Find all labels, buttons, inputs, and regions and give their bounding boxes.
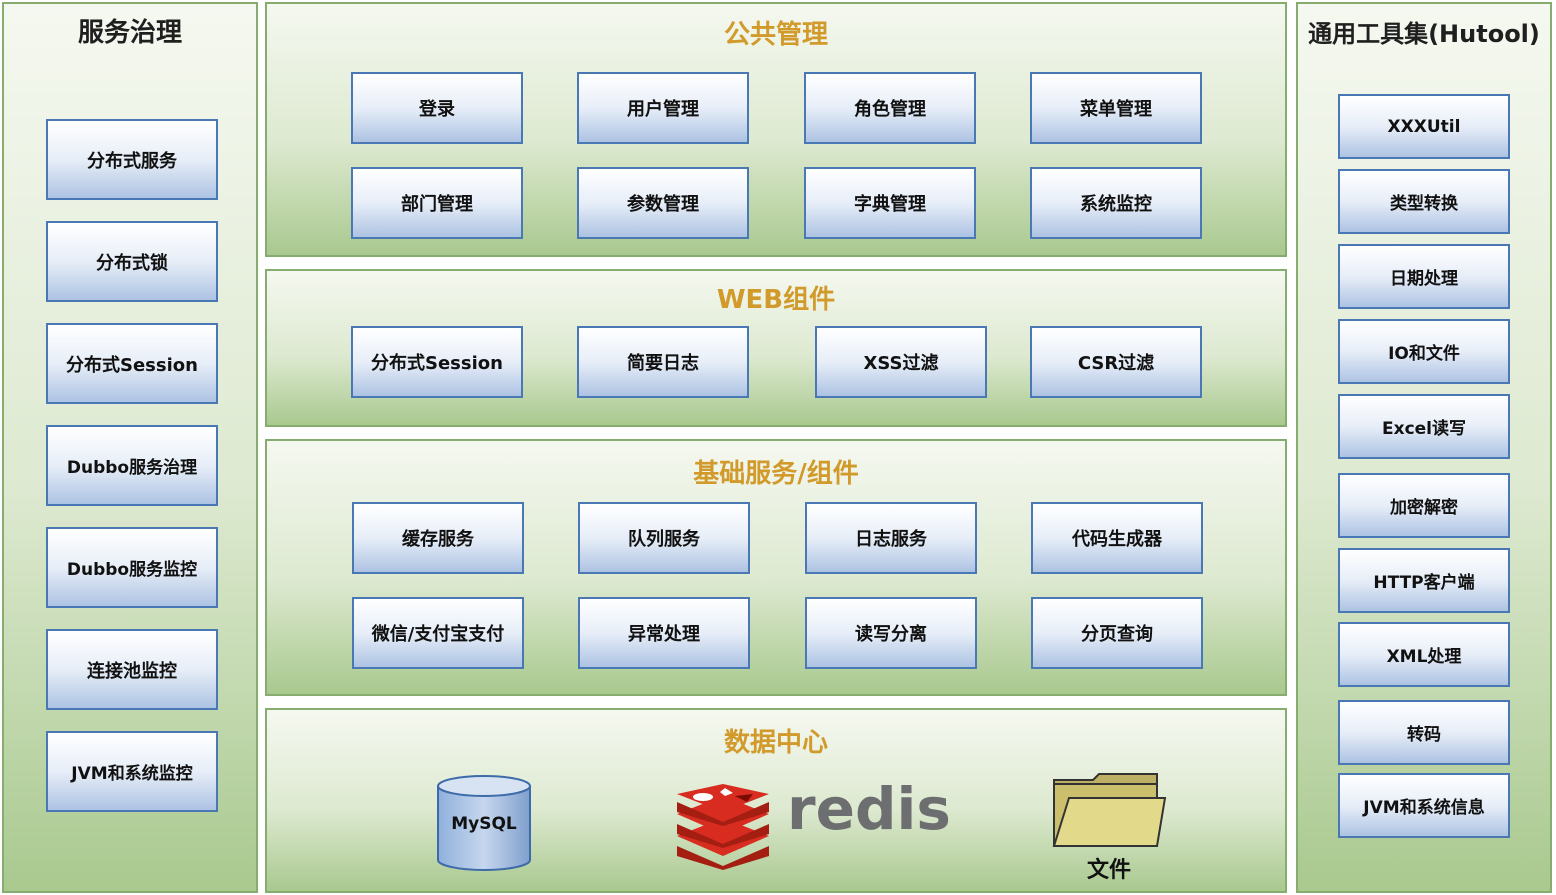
read-write-split-box: 读写分离 (805, 597, 977, 669)
login-box: 登录 (351, 72, 523, 144)
dubbo-governance-box: Dubbo服务治理 (46, 425, 218, 506)
dept-mgmt-box: 部门管理 (351, 167, 523, 239)
user-mgmt-box: 用户管理 (577, 72, 749, 144)
distributed-session-box: 分布式Session (46, 323, 218, 404)
web-session-box: 分布式Session (351, 326, 523, 398)
web-components-panel: WEB组件 分布式Session 简要日志 XSS过滤 CSR过滤 (265, 269, 1287, 427)
base-services-title: 基础服务/组件 (693, 459, 859, 489)
log-service-box: 日志服务 (805, 502, 977, 574)
param-mgmt-box: 参数管理 (577, 167, 749, 239)
public-management-panel: 公共管理 登录 用户管理 角色管理 菜单管理 部门管理 参数管理 字典管理 系统… (265, 2, 1287, 257)
redis-label: redis (787, 775, 951, 843)
xxxutil-box: XXXUtil (1338, 94, 1510, 159)
hutool-title: 通用工具集(Hutool) (1308, 20, 1540, 48)
transcode-box: 转码 (1338, 700, 1510, 765)
menu-mgmt-box: 菜单管理 (1030, 72, 1202, 144)
service-governance-title: 服务治理 (77, 18, 182, 48)
code-generator-box: 代码生成器 (1031, 502, 1203, 574)
pool-monitor-box: 连接池监控 (46, 629, 218, 710)
pagination-box: 分页查询 (1031, 597, 1203, 669)
file-label: 文件 (1086, 858, 1131, 883)
distributed-service-box: 分布式服务 (46, 119, 218, 200)
encrypt-decrypt-box: 加密解密 (1338, 473, 1510, 538)
excel-rw-box: Excel读写 (1338, 394, 1510, 459)
cache-service-box: 缓存服务 (352, 502, 524, 574)
exception-handling-box: 异常处理 (578, 597, 750, 669)
http-client-box: HTTP客户端 (1338, 548, 1510, 613)
service-governance-panel: 服务治理 分布式服务 分布式锁 分布式Session Dubbo服务治理 Dub… (2, 2, 258, 893)
io-file-box: IO和文件 (1338, 319, 1510, 384)
type-conversion-box: 类型转换 (1338, 169, 1510, 234)
queue-service-box: 队列服务 (578, 502, 750, 574)
xss-filter-box: XSS过滤 (815, 326, 987, 398)
jvm-monitor-box: JVM和系统监控 (46, 731, 218, 812)
brief-log-box: 简要日志 (577, 326, 749, 398)
data-center-title: 数据中心 (723, 728, 828, 758)
role-mgmt-box: 角色管理 (804, 72, 976, 144)
csr-filter-box: CSR过滤 (1030, 326, 1202, 398)
distributed-lock-box: 分布式锁 (46, 221, 218, 302)
payment-box: 微信/支付宝支付 (352, 597, 524, 669)
folder-icon (1051, 772, 1167, 848)
hutool-panel: 通用工具集(Hutool) XXXUtil 类型转换 日期处理 IO和文件 Ex… (1296, 2, 1552, 893)
date-handling-box: 日期处理 (1338, 244, 1510, 309)
system-monitor-box: 系统监控 (1030, 167, 1202, 239)
xml-handling-box: XML处理 (1338, 622, 1510, 687)
mysql-label: MySQL (451, 814, 517, 834)
redis-logo-icon (673, 784, 773, 870)
public-management-title: 公共管理 (723, 20, 828, 50)
dict-mgmt-box: 字典管理 (804, 167, 976, 239)
base-services-panel: 基础服务/组件 缓存服务 队列服务 日志服务 代码生成器 微信/支付宝支付 异常… (265, 439, 1287, 696)
dubbo-monitor-box: Dubbo服务监控 (46, 527, 218, 608)
jvm-system-info-box: JVM和系统信息 (1338, 773, 1510, 838)
web-components-title: WEB组件 (716, 285, 836, 315)
data-center-panel: 数据中心 MySQL redis 文件 (265, 708, 1287, 893)
